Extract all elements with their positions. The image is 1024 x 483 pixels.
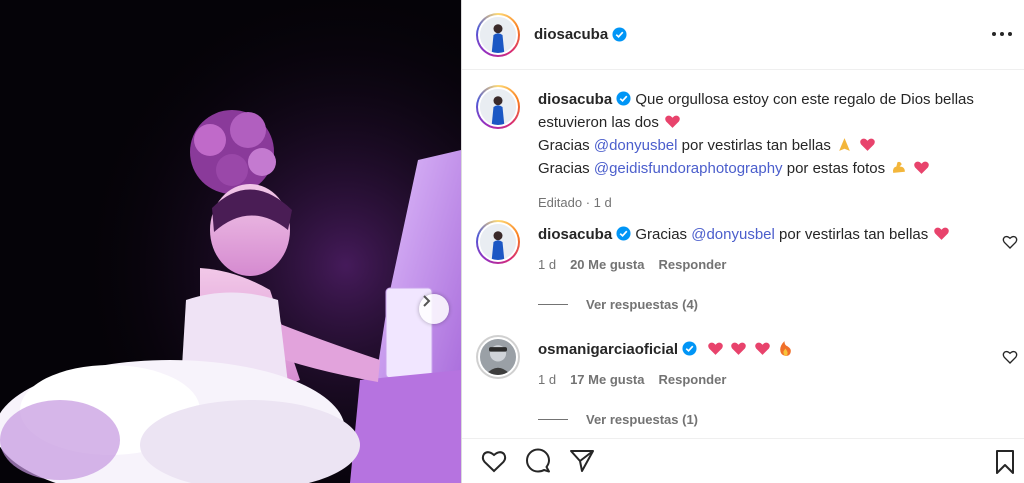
caption-username[interactable]: diosacuba	[538, 91, 612, 108]
action-bar	[462, 438, 1024, 483]
post-photo	[0, 0, 461, 483]
avatar-image	[480, 89, 516, 125]
author-username[interactable]: diosacuba	[534, 26, 608, 43]
comment-text-prefix: Gracias	[635, 226, 688, 243]
more-options-icon	[992, 32, 1012, 36]
comment-username[interactable]: diosacuba	[538, 226, 612, 243]
verified-badge-icon	[616, 91, 631, 106]
verified-badge-icon	[616, 226, 631, 241]
like-comment-icon[interactable]	[1002, 234, 1018, 250]
view-replies-label: Ver respuestas (4)	[586, 297, 699, 312]
heart-emoji-icon	[934, 227, 950, 240]
reply-button[interactable]: Responder	[659, 257, 727, 272]
like-comment-icon[interactable]	[1002, 349, 1018, 365]
comment-likes[interactable]: 20 Me gusta	[570, 257, 644, 272]
post-header: diosacuba	[462, 0, 1024, 70]
verified-badge-icon	[682, 341, 697, 356]
comment-age: 1 d	[538, 372, 557, 387]
caption-meta: Editado · 1 d	[538, 195, 612, 210]
comment-icon	[526, 448, 550, 473]
save-button[interactable]	[991, 448, 1019, 476]
heart-emoji-icon	[754, 342, 770, 355]
comment-age: 1 d	[538, 257, 557, 272]
avatar-image	[480, 224, 516, 260]
view-replies-button[interactable]: Ver respuestas (4)	[538, 297, 698, 312]
comment-avatar[interactable]	[476, 335, 520, 379]
post-side-panel: diosacuba diosacuba Que orgullosa estoy …	[461, 0, 1024, 483]
view-replies-button[interactable]: Ver respuestas (1)	[538, 412, 698, 427]
verified-badge-icon	[612, 27, 627, 42]
comment-text-suffix: por vestirlas tan bellas	[779, 226, 929, 243]
comment-username[interactable]: osmanigarciaoficial	[538, 341, 678, 358]
avatar-image	[480, 339, 516, 375]
post-media[interactable]	[0, 0, 461, 483]
praying-hands-emoji-icon	[839, 138, 850, 151]
replies-divider	[538, 419, 568, 420]
share-icon	[570, 450, 594, 472]
like-button[interactable]	[480, 447, 508, 475]
caption-line2-suffix: por vestirlas tan bellas	[681, 137, 831, 154]
caption-line3-suffix: por estas fotos	[786, 160, 886, 177]
comment-likes[interactable]: 17 Me gusta	[570, 372, 644, 387]
heart-icon	[481, 451, 507, 473]
avatar-image	[480, 16, 516, 53]
chevron-right-icon	[423, 295, 431, 307]
caption-avatar[interactable]	[476, 85, 520, 129]
author-avatar[interactable]	[476, 12, 520, 57]
comment-meta: 1 d 17 Me gusta Responder	[538, 372, 726, 387]
bookmark-icon	[996, 450, 1014, 474]
comment-meta: 1 d 20 Me gusta Responder	[538, 257, 726, 272]
heart-emoji-icon	[731, 342, 747, 355]
fire-emoji-icon	[779, 341, 791, 356]
mention-link[interactable]: @donyusbel	[594, 137, 678, 154]
comment-button[interactable]	[524, 447, 552, 475]
view-replies-label: Ver respuestas (1)	[586, 412, 699, 427]
caption-line2-prefix: Gracias	[538, 137, 590, 154]
heart-emoji-icon	[708, 342, 724, 355]
share-button[interactable]	[568, 447, 596, 475]
reply-button[interactable]: Responder	[659, 372, 727, 387]
comments-list[interactable]: diosacuba Que orgullosa estoy con este r…	[462, 71, 1024, 438]
caption-line3-prefix: Gracias	[538, 160, 590, 177]
more-options-button[interactable]	[990, 22, 1014, 46]
heart-emoji-icon	[860, 138, 876, 151]
flexed-biceps-emoji-icon	[893, 161, 906, 173]
next-image-button[interactable]	[419, 294, 449, 324]
mention-link[interactable]: @donyusbel	[691, 226, 775, 243]
replies-divider	[538, 304, 568, 305]
instagram-post: diosacuba diosacuba Que orgullosa estoy …	[0, 0, 1024, 483]
heart-emoji-icon	[914, 161, 930, 174]
heart-emoji-icon	[665, 115, 680, 128]
comment-avatar[interactable]	[476, 220, 520, 264]
mention-link[interactable]: @geidisfundoraphotography	[594, 160, 783, 177]
